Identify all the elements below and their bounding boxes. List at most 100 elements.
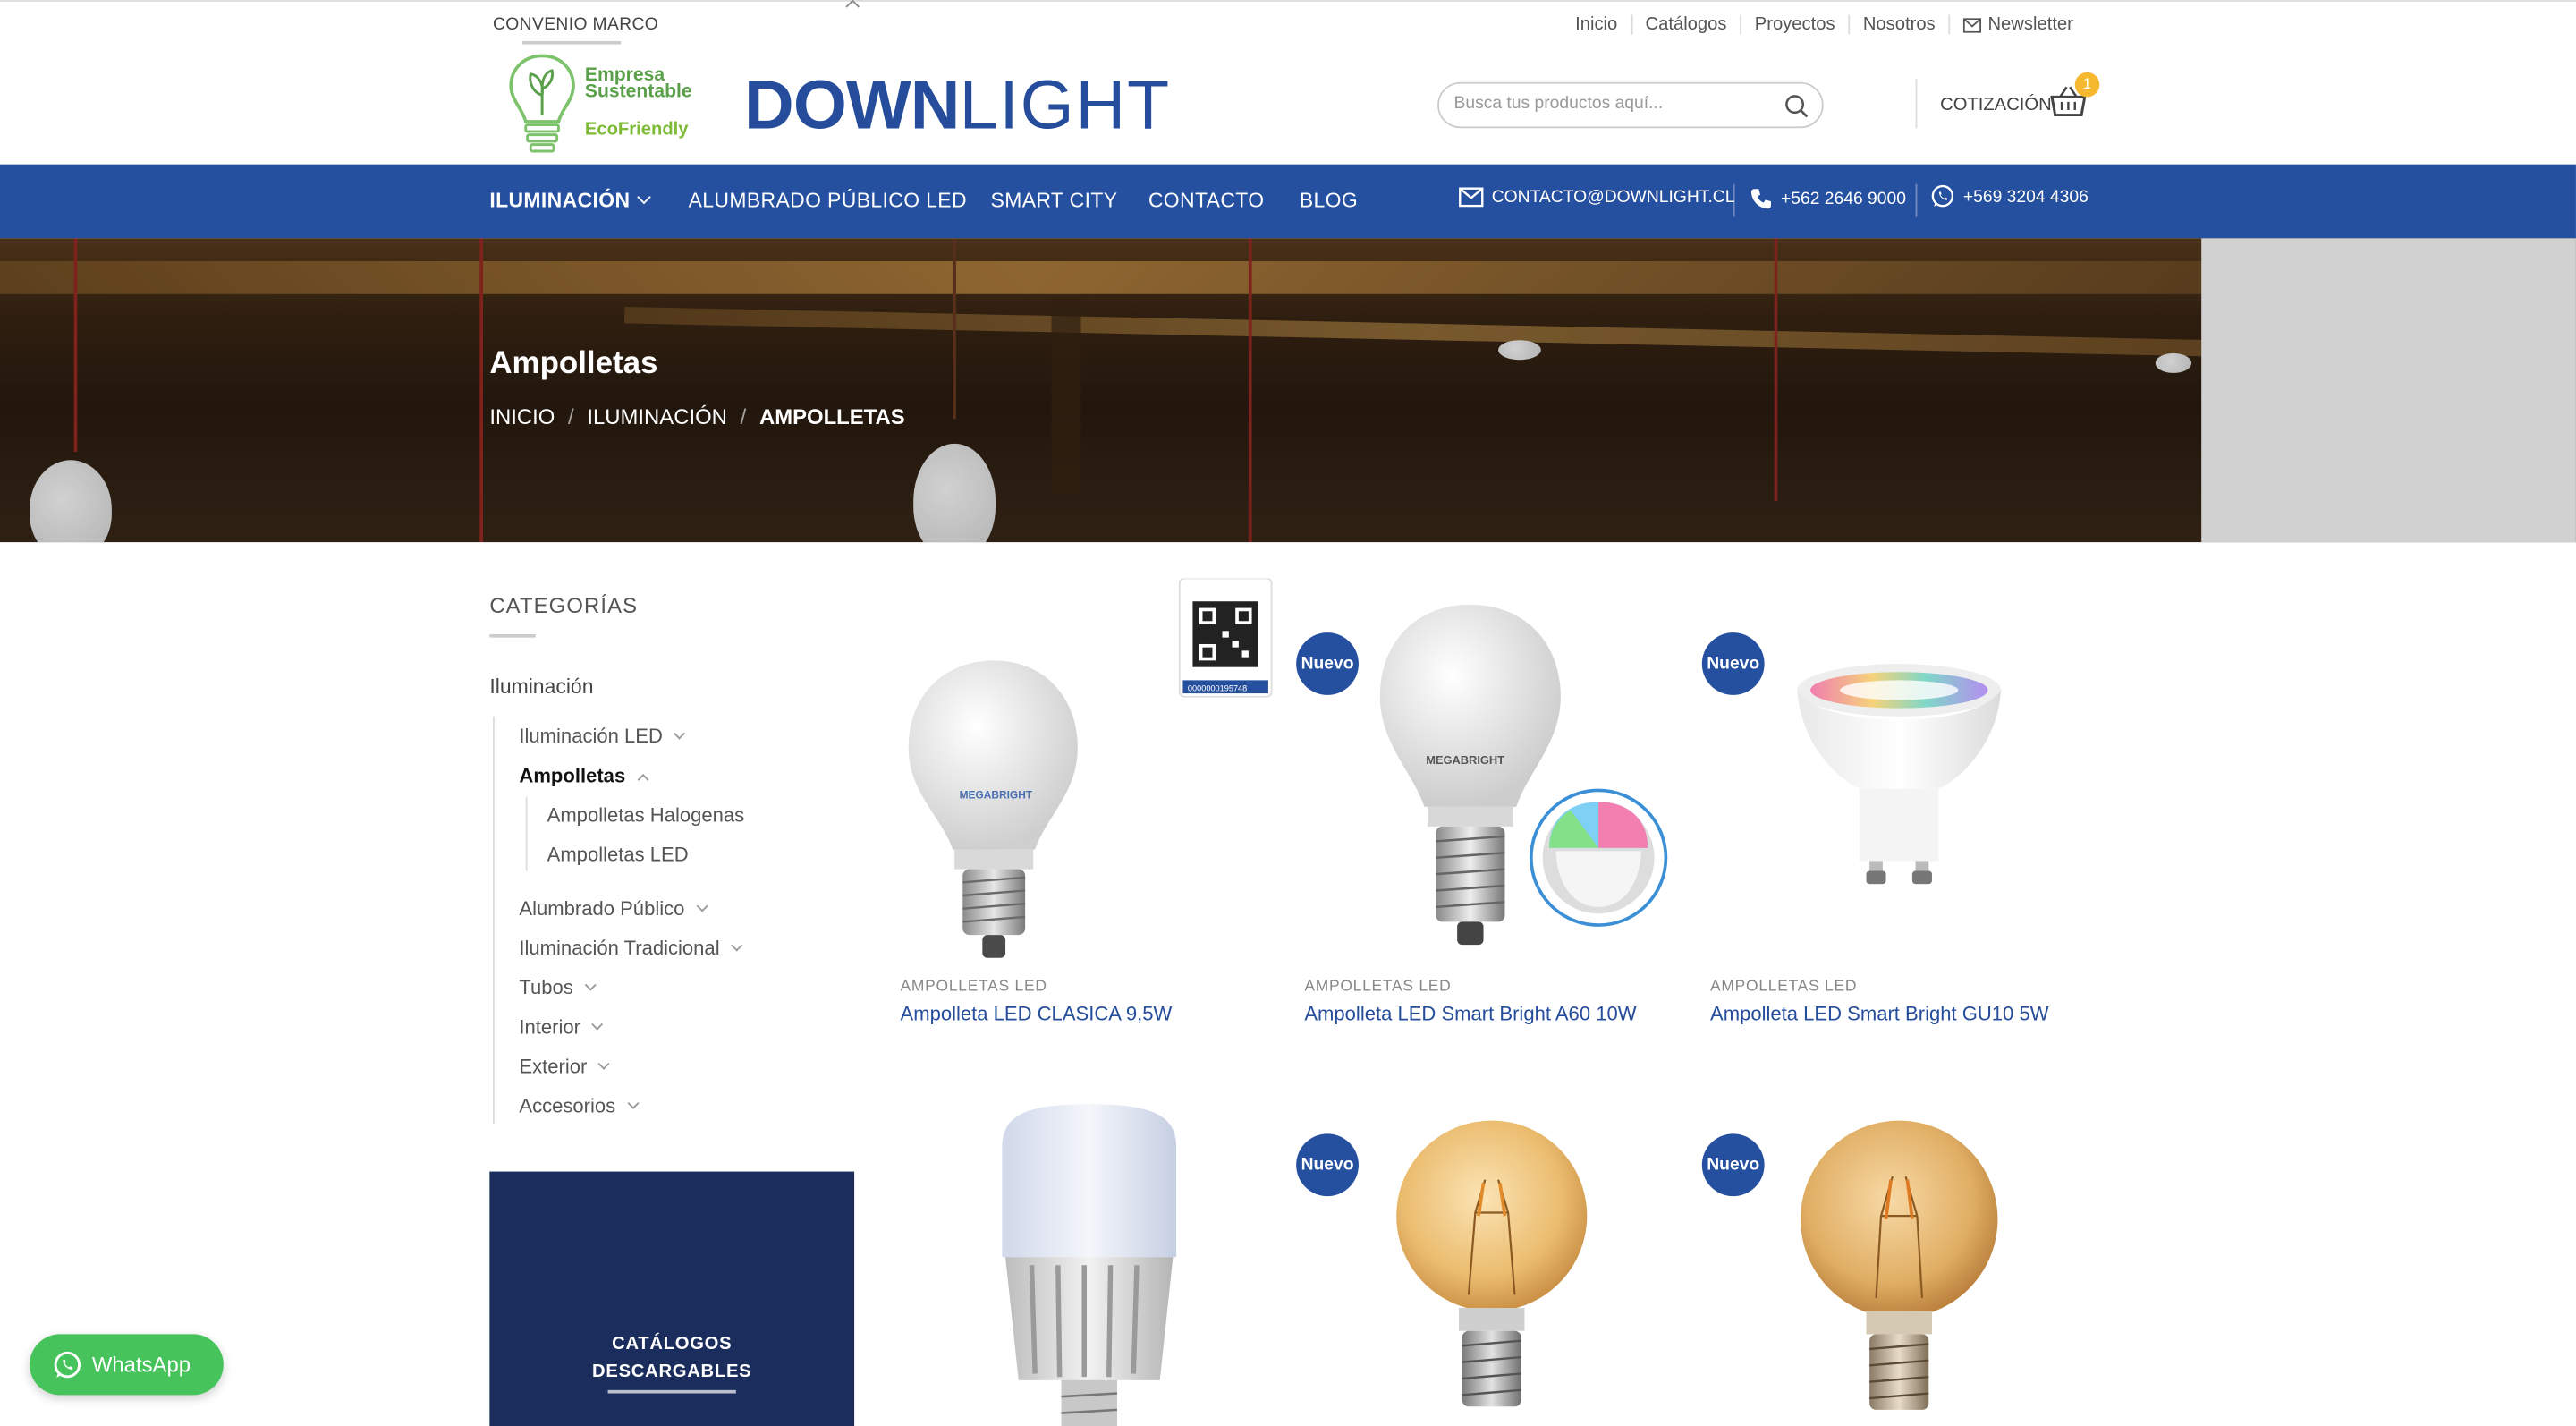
contact-whatsapp-label: +569 3204 4306 (1962, 186, 2089, 207)
product-name[interactable]: Ampolleta LED CLASICA 9,5W (901, 1002, 1173, 1025)
product-image[interactable]: MEGABRIGHT 0000000195748 (901, 578, 1275, 966)
contact-divider (1915, 183, 1918, 217)
breadcrumb-inicio[interactable]: INICIO (489, 404, 555, 429)
whatsapp-icon (54, 1350, 80, 1378)
logo-light: LIGHT (959, 65, 1171, 143)
nav-smart-city[interactable]: SMART CITY (991, 189, 1118, 212)
breadcrumb-separator: / (568, 403, 574, 429)
category-interior[interactable]: Interior (519, 1015, 604, 1039)
chevron-down-icon[interactable] (598, 1057, 611, 1070)
contact-email-label: CONTACTO@DOWNLIGHT.CL (1491, 187, 1735, 208)
search-icon[interactable] (1784, 94, 1809, 119)
eco-friendly-badge[interactable]: Empresa Sustentable EcoFriendly (506, 49, 720, 161)
tree-line (493, 716, 495, 1125)
catalog-banner-text: CATÁLOGOS DESCARGABLES (489, 1331, 854, 1387)
contact-email[interactable]: CONTACTO@DOWNLIGHT.CL (1459, 187, 1734, 207)
site-header: Empresa Sustentable EcoFriendly DOWNLIGH… (0, 49, 2576, 165)
chevron-down-icon[interactable] (674, 727, 686, 740)
top-nav: Inicio Catálogos Proyectos Nosotros News… (1562, 14, 2086, 35)
phone-icon (1750, 189, 1771, 209)
category-label: Accesorios (519, 1094, 616, 1117)
categories-underline (489, 633, 536, 638)
newsletter-label: Newsletter (1987, 14, 2073, 35)
topnav-newsletter[interactable]: Newsletter (1948, 14, 2086, 35)
eco-text: Empresa Sustentable (584, 66, 692, 102)
product-name[interactable]: Ampolleta LED Smart Bright A60 10W (1304, 1002, 1636, 1025)
whatsapp-button-label: WhatsApp (91, 1352, 191, 1378)
breadcrumb-separator: / (740, 403, 747, 429)
quote-link[interactable]: COTIZACIÓN (1940, 96, 2052, 115)
nav-iluminacion-label: ILUMINACIÓN (489, 189, 631, 212)
category-tubos[interactable]: Tubos (519, 975, 597, 999)
contact-divider (1733, 183, 1735, 217)
topnav-proyectos[interactable]: Proyectos (1740, 14, 1848, 35)
contact-phone-label: +562 2646 9000 (1780, 189, 1906, 209)
contact-phone[interactable]: +562 2646 9000 (1750, 187, 1906, 210)
chevron-down-icon[interactable] (731, 939, 743, 952)
chevron-down-icon[interactable] (696, 900, 708, 912)
whatsapp-float-button[interactable]: WhatsApp (30, 1334, 224, 1396)
header-divider (1915, 79, 1918, 129)
product-image[interactable]: MEGABRIGHT (1363, 601, 1675, 956)
breadcrumb-iluminacion[interactable]: ILUMINACIÓN (587, 404, 727, 429)
topnav-nosotros[interactable]: Nosotros (1848, 14, 1948, 35)
product-image[interactable] (1791, 660, 2007, 890)
chevron-down-icon[interactable] (591, 1018, 604, 1031)
product-name[interactable]: Ampolleta LED Smart Bright GU10 5W (1710, 1002, 2049, 1025)
topnav-catalogos[interactable]: Catálogos (1630, 14, 1740, 35)
category-ampolletas-led[interactable]: Ampolletas LED (547, 843, 689, 866)
hero-overlay (0, 238, 2576, 543)
chevron-down-icon[interactable] (626, 1097, 639, 1109)
category-label: Alumbrado Público (519, 896, 685, 921)
logo-bold: DOWN (744, 65, 960, 143)
product-category: AMPOLLETAS LED (1304, 977, 1452, 997)
category-accesorios[interactable]: Accesorios (519, 1094, 639, 1117)
top-bar: CONVENIO MARCO Inicio Catálogos Proyecto… (0, 0, 2576, 49)
eco-bulb-icon (509, 54, 575, 153)
category-ampolletas-halogenas[interactable]: Ampolletas Halogenas (547, 803, 745, 827)
category-label: Ampolletas (519, 764, 626, 787)
breadcrumb-current: AMPOLLETAS (758, 403, 905, 429)
eco-line-2: Sustentable (584, 81, 692, 102)
search-box (1437, 81, 1824, 129)
convenio-underline (522, 40, 622, 45)
category-ampolletas[interactable]: Ampolletas (519, 764, 648, 787)
category-iluminacion-tradicional[interactable]: Iluminación Tradicional (519, 937, 743, 960)
category-label: Exterior (519, 1055, 588, 1078)
chevron-down-icon (636, 190, 650, 205)
nav-contacto[interactable]: CONTACTO (1148, 189, 1265, 212)
main-nav: ILUMINACIÓN ALUMBRADO PÚBLICO LED SMART … (0, 164, 2576, 239)
nav-iluminacion[interactable]: ILUMINACIÓN (489, 189, 650, 212)
catalog-underline (607, 1389, 736, 1394)
product-image[interactable] (1390, 1114, 1594, 1426)
page-title: Ampolletas (489, 346, 658, 382)
new-badge: Nuevo (1701, 632, 1765, 695)
breadcrumb: INICIO / ILUMINACIÓN / AMPOLLETAS (489, 404, 904, 429)
brand-label: MEGABRIGHT (960, 789, 1033, 802)
chevron-down-icon[interactable] (584, 979, 597, 991)
category-label: Iluminación LED (519, 724, 663, 748)
category-exterior[interactable]: Exterior (519, 1055, 611, 1078)
nav-alumbrado[interactable]: ALUMBRADO PÚBLICO LED (689, 189, 967, 212)
topnav-inicio[interactable]: Inicio (1562, 15, 1631, 35)
product-category: AMPOLLETAS LED (1710, 977, 1858, 997)
category-iluminacion-led[interactable]: Iluminación LED (519, 724, 686, 748)
qr-code-text: 0000000195748 (1188, 683, 1247, 692)
category-label: Tubos (519, 975, 573, 999)
nav-blog[interactable]: BLOG (1300, 189, 1358, 212)
catalog-line-1: CATÁLOGOS (612, 1334, 733, 1354)
eco-line-3: EcoFriendly (584, 120, 689, 140)
convenio-marco-link[interactable]: CONVENIO MARCO (493, 15, 658, 35)
category-alumbrado-publico[interactable]: Alumbrado Público (519, 896, 708, 921)
new-badge: Nuevo (1701, 1133, 1765, 1197)
downlight-logo[interactable]: DOWNLIGHT (744, 68, 1171, 141)
contact-whatsapp[interactable]: +569 3204 4306 (1930, 184, 2089, 209)
chevron-up-icon[interactable] (637, 774, 648, 786)
product-image[interactable] (996, 1101, 1182, 1426)
product-image[interactable] (1794, 1114, 2004, 1426)
brand-label: MEGABRIGHT (1426, 753, 1504, 767)
search-input[interactable] (1453, 93, 1767, 114)
page-hero: Ampolletas INICIO / ILUMINACIÓN / AMPOLL… (0, 238, 2576, 543)
category-iluminacion[interactable]: Iluminación (489, 675, 593, 699)
downloadable-catalogs-banner[interactable]: CATÁLOGOS DESCARGABLES (489, 1171, 855, 1426)
